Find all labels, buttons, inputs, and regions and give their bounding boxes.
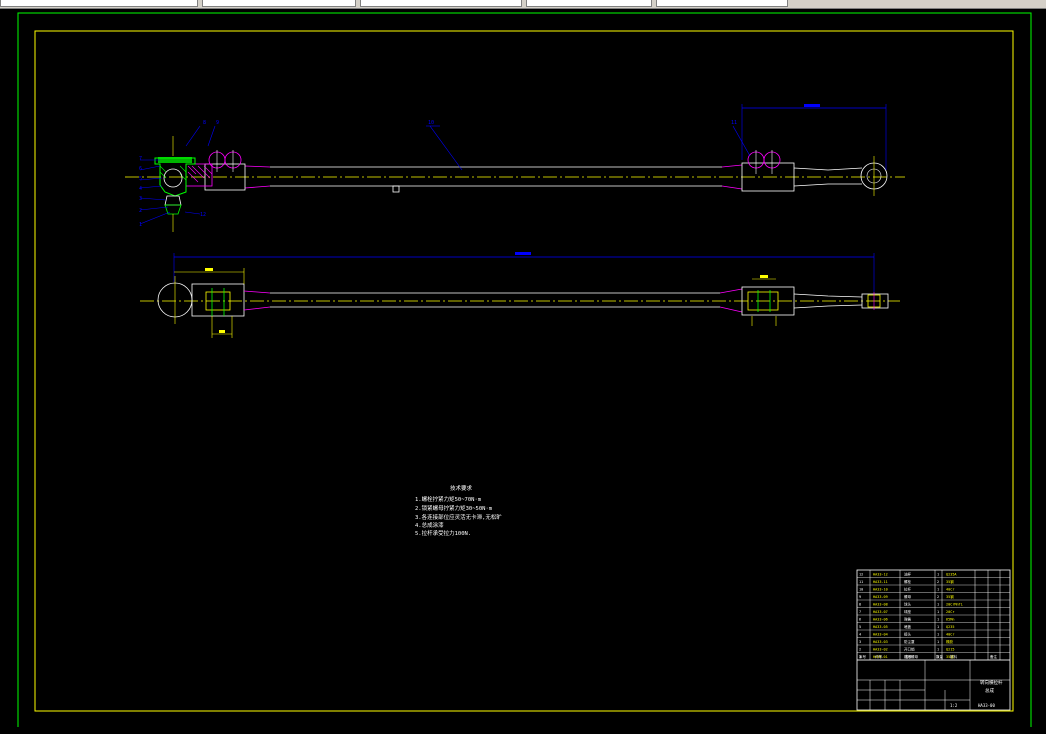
parts-cell-name: 球座 <box>904 609 912 614</box>
header-code: 代号 <box>875 654 883 659</box>
parts-cell-no: 5 <box>859 625 861 629</box>
parts-cell-no: 11 <box>859 580 863 584</box>
parts-cell-name: 球头 <box>904 602 912 607</box>
parts-cell-qty: 1 <box>937 648 939 652</box>
parts-cell-qty: 1 <box>937 625 939 629</box>
tech-req-item-2: 2.锁紧螺母拧紧力矩30~50N·m <box>415 504 493 512</box>
balloon-12: 12 <box>200 212 206 218</box>
balloon-5: 5 <box>139 176 142 182</box>
tech-req-item-5: 5.拉杆承受拉力100N. <box>415 529 471 537</box>
toolbar-field-lineweight[interactable] <box>526 0 652 7</box>
parts-cell-qty: 1 <box>937 640 939 644</box>
parts-cell-material: Q235A <box>946 573 957 577</box>
balloon-8: 8 <box>203 120 206 126</box>
tech-req-item-1: 1.螺栓拧紧力矩50~70N·m <box>415 495 482 503</box>
balloon-1: 1 <box>139 222 142 228</box>
toolbar-field-color[interactable] <box>202 0 356 7</box>
parts-cell-name: 螺母 <box>904 594 912 599</box>
parts-cell-no: 4 <box>859 633 861 637</box>
header-qty: 数量 <box>936 654 944 659</box>
parts-cell-no: 2 <box>859 648 861 652</box>
front-view <box>125 104 905 232</box>
parts-cell-qty: 1 <box>937 603 939 607</box>
tech-req-item-4: 4.总成涂漆 <box>415 521 444 529</box>
drawing-scale: 1:2 <box>950 703 958 708</box>
parts-cell-name: 防尘罩 <box>904 639 915 644</box>
parts-cell-no: 7 <box>859 610 861 614</box>
front-view-balloons: 8 9 10 11 7 6 5 4 3 2 1 12 <box>139 120 737 228</box>
parts-cell-no: 9 <box>859 595 861 599</box>
parts-cell-material: 35钢 <box>946 594 954 599</box>
parts-cell-qty: 1 <box>937 588 939 592</box>
parts-cell-name: 拉杆 <box>904 587 912 592</box>
drawing-canvas[interactable]: 8 9 10 11 7 6 5 4 3 2 1 12 技术要求 1.螺栓拧紧力矩… <box>0 9 1046 727</box>
parts-cell-material: 65Mn <box>946 618 954 622</box>
drawing-number: HA33-00 <box>978 703 995 708</box>
parts-cell-code: HA33-11 <box>873 580 888 584</box>
parts-cell-no: 6 <box>859 618 861 622</box>
parts-cell-name: 弹簧 <box>904 617 912 622</box>
parts-cell-code: HA33-06 <box>873 618 888 622</box>
header-remark: 备注 <box>990 654 998 659</box>
tech-req-item-3: 3.各连接部位应灵活无卡滞,无松旷 <box>415 513 502 521</box>
plan-view <box>140 252 900 338</box>
parts-cell-material: 20Cr <box>946 610 954 614</box>
balloon-4: 4 <box>139 186 142 192</box>
parts-cell-code: HA33-03 <box>873 640 888 644</box>
parts-cell-qty: 1 <box>937 573 939 577</box>
balloon-11: 11 <box>731 120 737 126</box>
toolbar-field-plotstyle[interactable] <box>656 0 788 7</box>
parts-cell-material: 35钢 <box>946 579 954 584</box>
parts-cell-code: HA33-07 <box>873 610 888 614</box>
parts-cell-code: HA33-02 <box>873 648 888 652</box>
parts-cell-code: HA33-08 <box>873 603 888 607</box>
parts-cell-qty: 1 <box>937 618 939 622</box>
parts-cell-no: 3 <box>859 640 861 644</box>
inner-frame <box>34 30 1014 712</box>
balloon-10: 10 <box>428 120 434 126</box>
balloon-7: 7 <box>139 156 142 162</box>
drawing-subtitle: 总成 <box>985 687 994 694</box>
title-block: 12 HA33-12 油杯 1 Q235A11 HA33-11 螺栓 2 35钢10 HA33-1… <box>856 569 1011 711</box>
parts-cell-no: 10 <box>859 588 863 592</box>
parts-cell-name: 螺栓 <box>904 579 912 584</box>
app-toolbar <box>0 0 1046 9</box>
parts-cell-material: 橡胶 <box>946 639 954 644</box>
toolbar-field-layer[interactable] <box>0 0 198 7</box>
parts-cell-qty: 2 <box>937 595 939 599</box>
parts-cell-code: HA33-05 <box>873 625 888 629</box>
parts-cell-material: 40Cr <box>946 633 954 637</box>
drawing-title: 转向横拉杆 <box>980 679 1003 686</box>
balloon-9: 9 <box>216 120 219 126</box>
parts-cell-code: HA33-09 <box>873 595 888 599</box>
parts-cell-name: 油杯 <box>904 572 912 577</box>
parts-cell-code: HA33-10 <box>873 588 888 592</box>
toolbar-field-linetype[interactable] <box>360 0 522 7</box>
parts-cell-no: 12 <box>859 573 863 577</box>
parts-cell-material: 20CrMnTi <box>946 603 963 607</box>
parts-cell-qty: 2 <box>937 580 939 584</box>
header-no: 序号 <box>859 654 867 659</box>
status-bar <box>0 728 1046 734</box>
parts-cell-name: 开口销 <box>904 647 915 652</box>
parts-cell-no: 8 <box>859 603 861 607</box>
parts-cell-material: Q215 <box>946 648 954 652</box>
parts-cell-material: Q235 <box>946 625 954 629</box>
parts-cell-code: HA33-04 <box>873 633 888 637</box>
parts-cell-material: 40Cr <box>946 588 954 592</box>
parts-cell-code: HA33-12 <box>873 573 888 577</box>
header-name: 名称 <box>905 654 913 659</box>
parts-cell-name: 接头 <box>904 632 912 637</box>
parts-cell-qty: 1 <box>937 610 939 614</box>
parts-cell-name: 堵盖 <box>904 624 912 629</box>
balloon-6: 6 <box>139 166 142 172</box>
header-material: 材料 <box>950 654 958 659</box>
tech-requirements: 技术要求 1.螺栓拧紧力矩50~70N·m 2.锁紧螺母拧紧力矩30~50N·m… <box>415 484 502 537</box>
balloon-2: 2 <box>139 208 142 214</box>
balloon-3: 3 <box>139 196 142 202</box>
parts-list: 12 HA33-12 油杯 1 Q235A11 HA33-11 螺栓 2 35钢10 HA33-1… <box>857 572 1010 661</box>
parts-cell-qty: 1 <box>937 633 939 637</box>
tech-req-title: 技术要求 <box>450 484 473 492</box>
